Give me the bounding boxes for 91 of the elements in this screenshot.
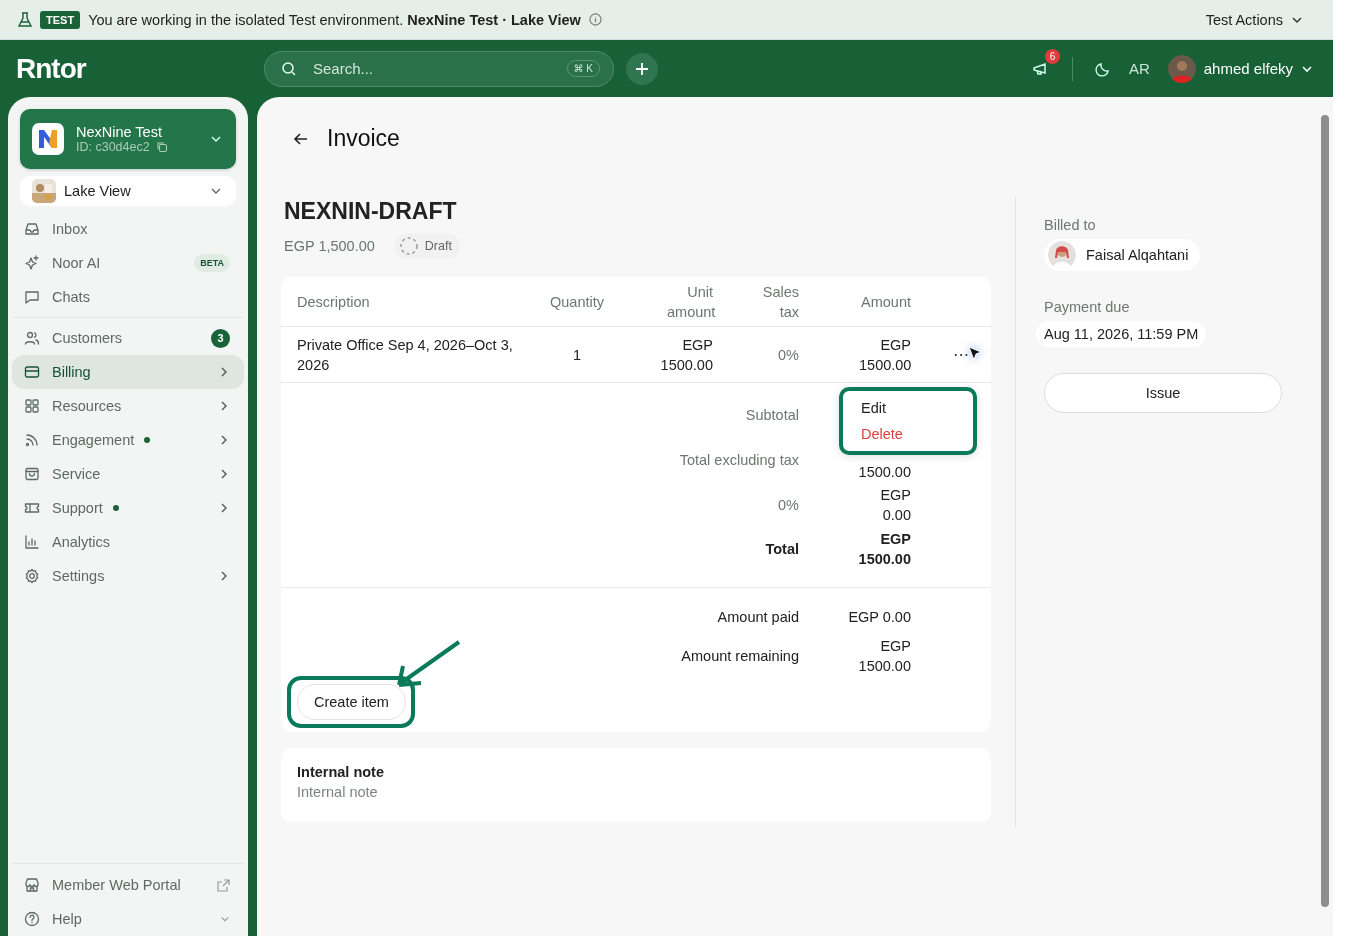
organization-id: ID: c30d4ec2 — [76, 140, 150, 154]
cursor-icon — [967, 345, 983, 363]
grid-icon — [24, 398, 40, 414]
nav-item[interactable]: Customers 3 — [12, 321, 244, 355]
location-switcher[interactable]: Lake View — [20, 176, 236, 206]
invoice-total: EGP 1,500.00 — [284, 238, 375, 254]
search-icon — [281, 60, 297, 77]
table-cell-text: EGP 1500.00 — [858, 335, 911, 375]
column-header: Quantity — [549, 293, 605, 310]
invoice-number: NEXNIN-DRAFT — [284, 198, 458, 225]
store-icon — [24, 877, 40, 893]
payment-label: Amount paid — [716, 609, 799, 625]
chevron-down-icon — [220, 914, 230, 924]
nav-item[interactable]: Analytics — [12, 525, 244, 559]
table-cell-text: EGP 1500.00 — [659, 335, 713, 375]
test-actions-dropdown[interactable]: Test Actions — [1205, 11, 1303, 28]
settings-icon — [24, 568, 40, 584]
bag-icon — [24, 466, 40, 482]
column-header: Description — [297, 293, 371, 310]
payment-value: EGP 0.00 — [847, 608, 911, 627]
flask-icon — [18, 11, 32, 28]
nav-item[interactable]: Noor AI BETA — [12, 246, 244, 280]
payment-due-date[interactable]: Aug 11, 2026, 11:59 PM — [1036, 321, 1207, 347]
chat-bubble-icon — [24, 289, 40, 305]
page-title: Invoice — [327, 125, 400, 152]
column-header: Amount — [860, 292, 911, 312]
beta-badge: BETA — [194, 254, 230, 272]
scrollbar[interactable] — [1321, 115, 1329, 907]
summary-value: EGP 1500.00 — [857, 530, 911, 569]
nav-item[interactable]: Support — [12, 491, 244, 525]
people-icon — [24, 330, 40, 346]
user-menu[interactable]: ahmed elfeky — [1167, 54, 1313, 83]
column-header: Unit amount — [666, 282, 713, 322]
summary-label: 0% — [777, 497, 799, 513]
menu-item[interactable]: Edit — [843, 395, 973, 421]
moon-icon[interactable] — [1094, 60, 1111, 77]
copy-icon[interactable] — [155, 141, 168, 153]
sparkle-icon — [24, 255, 40, 271]
internal-note-field[interactable]: Internal note — [297, 784, 597, 800]
language-button[interactable]: AR — [1128, 60, 1150, 77]
environment-badge: TEST — [40, 10, 81, 29]
inbox-icon — [24, 221, 40, 237]
billed-to-label: Billed to — [1044, 217, 1097, 233]
chevron-down-icon — [210, 133, 222, 145]
organization-name: NexNine Test — [76, 124, 163, 140]
organization-logo — [32, 123, 64, 155]
avatar — [1048, 241, 1076, 269]
nav-item[interactable]: Billing — [12, 355, 244, 389]
summary-value: 1500.00 — [857, 463, 911, 482]
nav-item[interactable]: Resources — [12, 389, 244, 423]
create-item-button[interactable]: Create item — [297, 684, 406, 720]
environment-message: You are working in the isolated Test environment. NexNine Test · Lake View — [88, 11, 581, 28]
nav-item[interactable]: Service — [12, 457, 244, 491]
summary-label: Total — [764, 541, 799, 557]
add-button[interactable] — [626, 52, 658, 85]
payment-due-label: Payment due — [1044, 299, 1131, 315]
nav-item[interactable]: Chats — [12, 280, 244, 314]
table-cell-text: Private Office Sep 4, 2026–Oct 3, 2026 — [297, 335, 514, 375]
app-logo[interactable]: Rntor — [16, 52, 264, 85]
plus-icon — [635, 61, 649, 76]
notification-count: 6 — [1044, 48, 1060, 64]
nav-item[interactable]: Settings — [12, 559, 244, 593]
note-title: Internal note — [297, 764, 385, 780]
column-header: Sales tax — [761, 282, 799, 322]
info-icon[interactable] — [588, 13, 602, 26]
nav-item[interactable]: Member Web Portal — [12, 868, 244, 902]
status-badge: Draft — [394, 233, 460, 259]
nav-item[interactable]: Engagement — [12, 423, 244, 457]
ticket-icon — [24, 500, 40, 516]
payment-label: Amount remaining — [680, 648, 799, 664]
more-actions-button[interactable]: ⋯ — [951, 345, 971, 364]
menu-item[interactable]: Delete — [843, 421, 973, 447]
count-badge: 3 — [211, 328, 230, 348]
table-cell-text: 0% — [777, 345, 799, 365]
payment-value: EGP 1500.00 — [857, 637, 911, 676]
customer-chip[interactable]: Faisal Alqahtani — [1044, 239, 1201, 271]
avatar — [1167, 54, 1196, 83]
feed-icon — [24, 432, 40, 448]
bar-chart-icon — [24, 534, 40, 550]
summary-label: Subtotal — [744, 407, 799, 423]
summary-label: Total excluding tax — [678, 452, 799, 468]
organization-switcher[interactable]: NexNine Test ID: c30d4ec2 — [20, 109, 236, 169]
help-icon — [24, 911, 40, 927]
external-link-icon — [217, 878, 230, 892]
summary-value: EGP 0.00 — [879, 486, 911, 525]
nav-item[interactable]: Help — [12, 902, 244, 936]
issue-button[interactable]: Issue — [1044, 373, 1282, 413]
back-arrow-icon[interactable] — [293, 130, 309, 147]
table-cell-text: 1 — [571, 345, 583, 365]
nav-item[interactable]: Inbox — [12, 212, 244, 246]
credit-card-icon — [24, 364, 40, 380]
